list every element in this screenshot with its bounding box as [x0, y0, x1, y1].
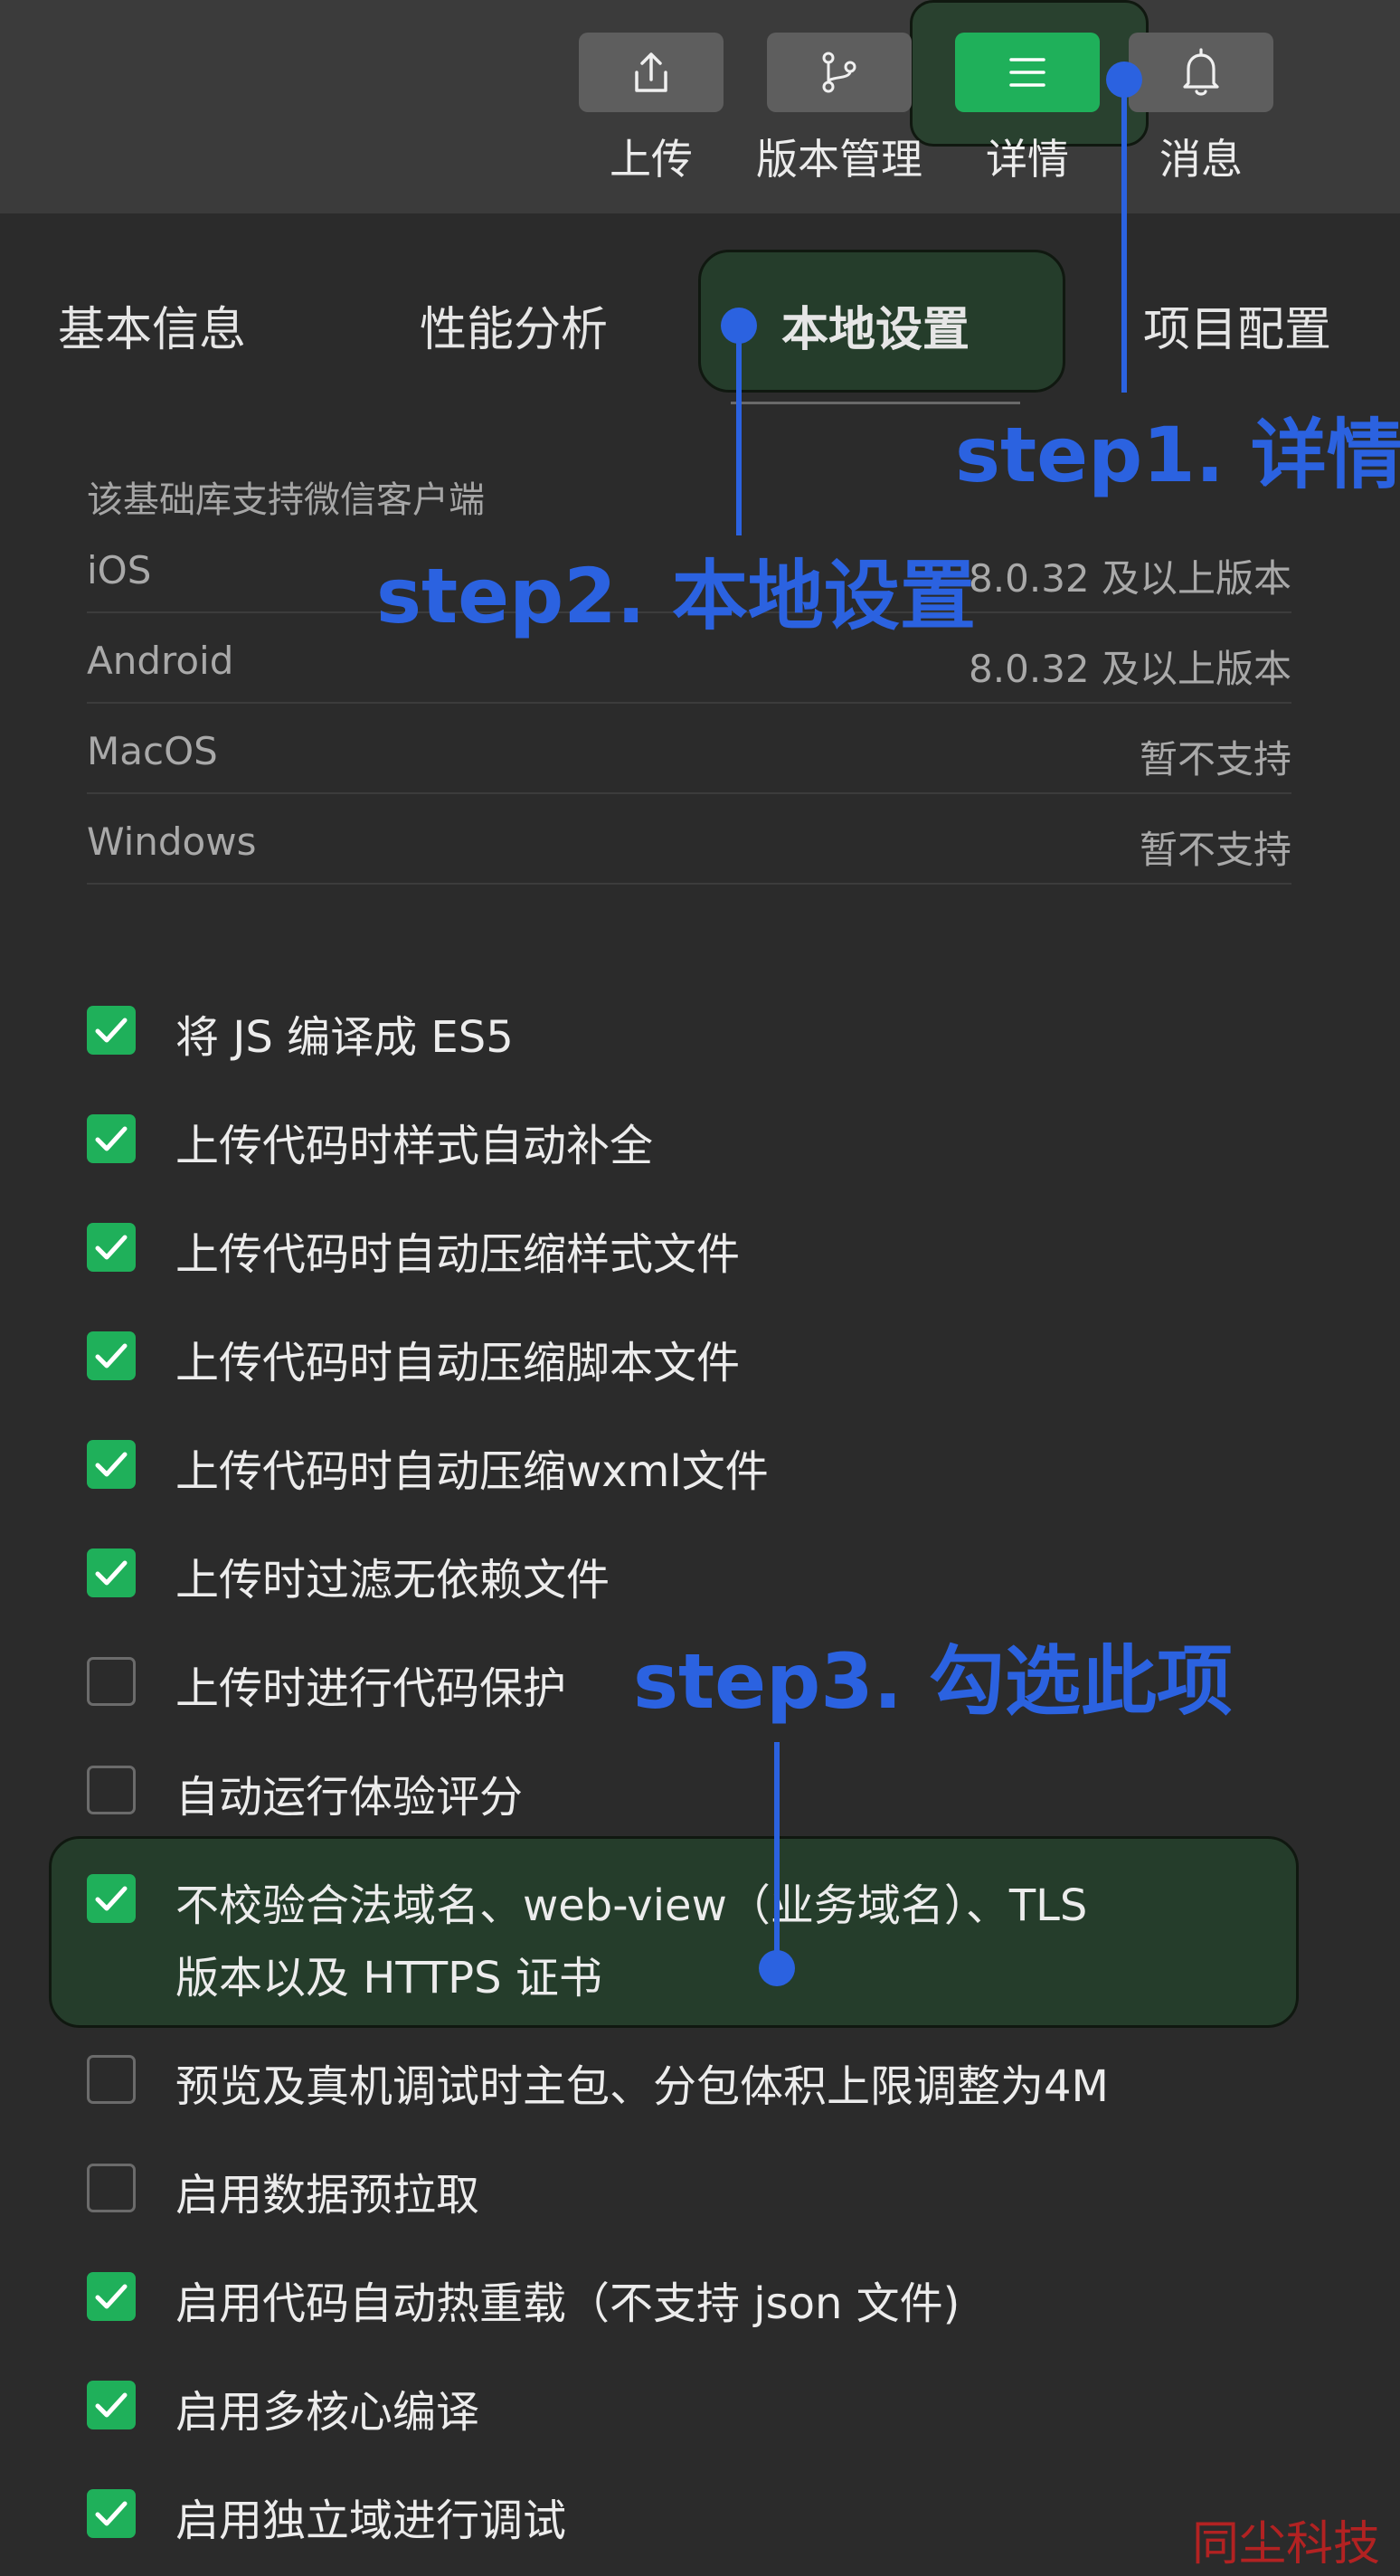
step1-pointer-dot	[1106, 62, 1142, 98]
option-label: 将 JS 编译成 ES5	[175, 1012, 514, 1063]
platform-status: 8.0.32 及以上版本	[969, 647, 1291, 691]
checkbox[interactable]	[87, 2489, 136, 2538]
option-label: 启用数据预拉取	[175, 2170, 480, 2221]
watermark: 同尘科技	[1192, 2517, 1381, 2571]
step2-annotation: step2. 本地设置	[376, 552, 976, 640]
tab-project-config[interactable]: 项目配置	[1143, 291, 1331, 359]
platform-name: iOS	[87, 548, 152, 592]
check-icon	[95, 1560, 128, 1586]
checkbox[interactable]	[87, 1331, 136, 1380]
checkbox[interactable]	[87, 1657, 136, 1706]
upload-icon	[635, 52, 667, 92]
checkbox[interactable]	[87, 2164, 136, 2212]
version-label: 版本管理	[756, 135, 922, 184]
bell-icon	[1183, 48, 1219, 96]
option-label: 上传代码时样式自动补全	[175, 1121, 654, 1171]
step3-pointer-dot	[759, 1950, 795, 1986]
check-icon	[95, 1235, 128, 1260]
check-icon	[95, 1343, 128, 1368]
checkbox[interactable]	[87, 1874, 136, 1923]
check-icon	[95, 1018, 128, 1043]
option-label: 上传时进行代码保护	[175, 1663, 567, 1714]
tab-local-settings[interactable]: 本地设置	[781, 291, 970, 359]
checkbox[interactable]	[87, 1223, 136, 1272]
platform-name: Windows	[87, 819, 257, 864]
option-label: 启用独立域进行调试	[175, 2496, 567, 2546]
toolbar: 上传 版本管理 详情 消息	[0, 0, 1400, 213]
platform-name: Android	[87, 639, 234, 683]
option-label: 启用代码自动热重载（不支持 json 文件)	[175, 2278, 960, 2329]
upload-label: 上传	[610, 135, 693, 184]
tab-performance[interactable]: 性能分析	[420, 291, 608, 359]
option-label: 预览及真机调试时主包、分包体积上限调整为4M	[175, 2061, 1109, 2112]
option-label-line2: 版本以及 HTTPS 证书	[175, 1953, 602, 2003]
tab-basic-info[interactable]: 基本信息	[58, 291, 246, 359]
checkbox[interactable]	[87, 1114, 136, 1163]
option-label: 启用多核心编译	[175, 2387, 480, 2438]
option-label: 自动运行体验评分	[175, 1772, 524, 1823]
step1-pointer-line	[1121, 81, 1127, 393]
step3-pointer-line	[774, 1742, 780, 1968]
version-button[interactable]	[767, 33, 912, 112]
platform-status: 8.0.32 及以上版本	[969, 556, 1291, 601]
support-row-windows: Windows 暂不支持	[87, 792, 1291, 885]
platform-status: 暂不支持	[1139, 828, 1291, 872]
check-icon	[95, 1126, 128, 1151]
platform-status: 暂不支持	[1139, 737, 1291, 781]
option-label: 上传代码时自动压缩脚本文件	[175, 1338, 741, 1388]
checkbox[interactable]	[87, 2381, 136, 2429]
checkbox[interactable]	[87, 2055, 136, 2104]
option-label: 上传代码时自动压缩wxml文件	[175, 1446, 769, 1497]
menu-icon	[1009, 58, 1045, 87]
step2-pointer-dot	[721, 308, 757, 344]
checkbox[interactable]	[87, 1766, 136, 1814]
support-row-macos: MacOS 暂不支持	[87, 702, 1291, 794]
option-label-line1: 不校验合法域名、web-view（业务域名）、TLS	[175, 1880, 1088, 1931]
upload-button[interactable]	[579, 33, 724, 112]
check-icon	[95, 1886, 128, 1911]
checkbox[interactable]	[87, 1440, 136, 1489]
step3-annotation: step3. 勾选此项	[633, 1637, 1233, 1726]
option-label: 上传时过滤无依赖文件	[175, 1555, 610, 1605]
branch-icon	[822, 52, 856, 93]
option-label: 上传代码时自动压缩样式文件	[175, 1229, 741, 1280]
step1-annotation: step1. 详情	[955, 411, 1400, 499]
checkbox[interactable]	[87, 1006, 136, 1055]
check-icon	[95, 2284, 128, 2309]
details-button[interactable]	[955, 33, 1100, 112]
platform-name: MacOS	[87, 729, 218, 773]
details-label: 详情	[986, 135, 1069, 184]
support-section-title: 该基础库支持微信客户端	[87, 479, 485, 521]
step2-pointer-line	[736, 326, 742, 535]
check-icon	[95, 2501, 128, 2526]
checkbox[interactable]	[87, 1548, 136, 1597]
check-icon	[95, 1452, 128, 1477]
checkbox[interactable]	[87, 2272, 136, 2321]
messages-label: 消息	[1159, 135, 1243, 184]
check-icon	[95, 2392, 128, 2418]
messages-button[interactable]	[1129, 33, 1273, 112]
